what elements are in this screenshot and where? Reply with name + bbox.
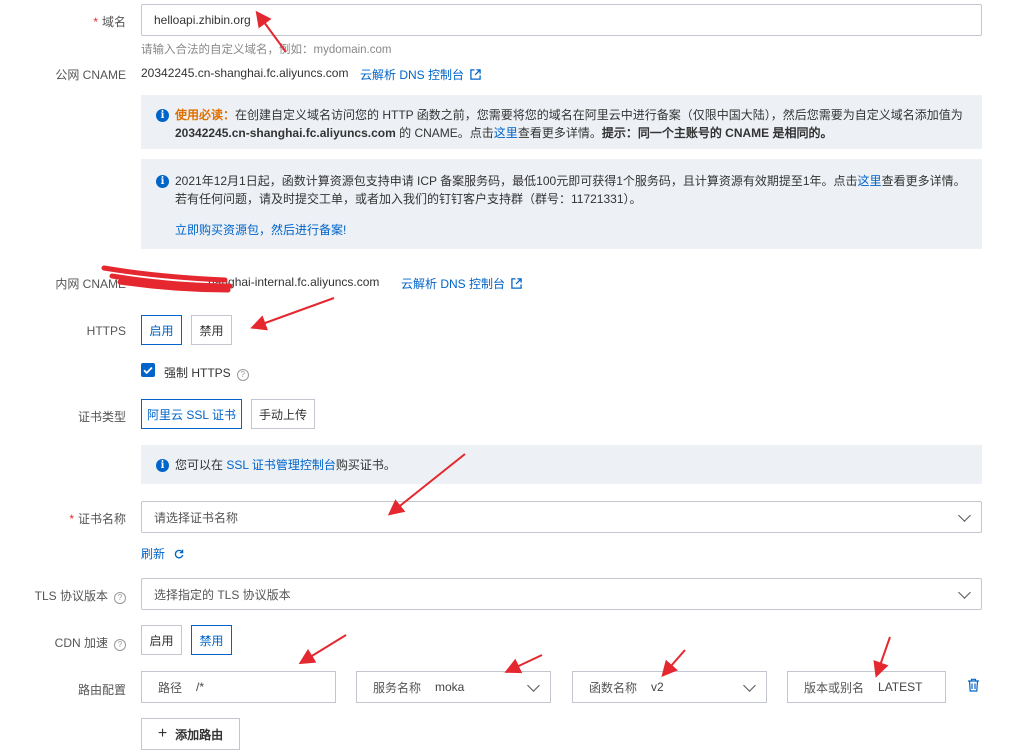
cert-manual-button[interactable]: 手动上传 [251,399,315,429]
public-dns-link[interactable]: 云解析 DNS 控制台 [360,66,481,83]
route-version-input[interactable]: 版本或别名 LATEST [787,671,946,703]
cert-aliyun-button[interactable]: 阿里云 SSL 证书 [141,399,242,429]
internal-dns-link[interactable]: 云解析 DNS 控制台 [401,275,522,292]
refresh-icon [175,549,184,559]
add-route-button[interactable]: + 添加路由 [141,718,240,750]
public-cname-label: 公网 CNAME [55,68,126,82]
public-cname-value: 20342245.cn-shanghai.fc.aliyuncs.com [141,66,349,80]
https-label: HTTPS [86,324,126,338]
help-icon[interactable]: ? [236,369,249,381]
info-icon: i [156,109,169,122]
buy-resource-link[interactable]: 立即购买资源包，然后进行备案! [175,223,346,237]
trash-icon[interactable] [967,678,980,692]
ssl-console-link[interactable]: SSL 证书管理控制台 [226,458,336,472]
external-link-icon [511,278,522,289]
notice1-here-link[interactable]: 这里 [494,126,518,140]
chevron-down-icon [743,679,756,692]
domain-input[interactable]: helloapi.zhibin.org [141,4,982,36]
cdn-disable-button[interactable]: 禁用 [191,625,232,655]
tls-label: TLS 协议版本? [20,587,126,604]
domain-hint: 请输入合法的自定义域名，例如：mydomain.com [141,44,392,56]
route-path-input[interactable]: 路径/* [141,671,336,703]
https-enable-button[interactable]: 启用 [141,315,182,345]
notice-ssl: i 您可以在 SSL 证书管理控制台购买证书。 [141,445,982,484]
internal-cname-value: hanghai-internal.fc.aliyuncs.com [208,275,380,289]
info-icon: i [156,459,169,472]
https-disable-button[interactable]: 禁用 [191,315,232,345]
chevron-down-icon [958,586,971,599]
force-https-label: 强制 HTTPS? [164,364,249,381]
cdn-label: CDN 加速? [20,634,126,651]
internal-cname-label: 内网 CNAME [55,277,126,291]
route-label: 路由配置 [77,683,126,697]
domain-label: * 域名 [93,15,126,29]
notice-filing: i 使用必读：在创建自定义域名访问您的 HTTP 函数之前，您需要将您的域名在阿… [141,95,982,149]
refresh-link[interactable]: 刷新 [141,545,184,562]
info-icon: i [156,175,169,188]
notice2-here-link[interactable]: 这里 [858,174,882,188]
chevron-down-icon [527,679,540,692]
notice-icp: i 2021年12月1日起，函数计算资源包支持申请 ICP 备案服务码，最低10… [141,159,982,249]
chevron-down-icon [958,509,971,522]
cert-name-select[interactable]: 请选择证书名称 [141,501,982,533]
check-icon [143,366,153,375]
cdn-enable-button[interactable]: 启用 [141,625,182,655]
force-https-checkbox[interactable] [141,363,155,377]
plus-icon: + [157,725,168,742]
tls-select[interactable]: 选择指定的 TLS 协议版本 [141,578,982,610]
route-service-select[interactable]: 服务名称 moka [356,671,551,703]
cert-name-label: * 证书名称 [69,512,126,526]
help-icon[interactable]: ? [114,592,126,604]
cert-type-label: 证书类型 [77,410,126,424]
help-icon[interactable]: ? [114,639,126,651]
route-function-select[interactable]: 函数名称 v2 [572,671,767,703]
external-link-icon [470,69,481,80]
